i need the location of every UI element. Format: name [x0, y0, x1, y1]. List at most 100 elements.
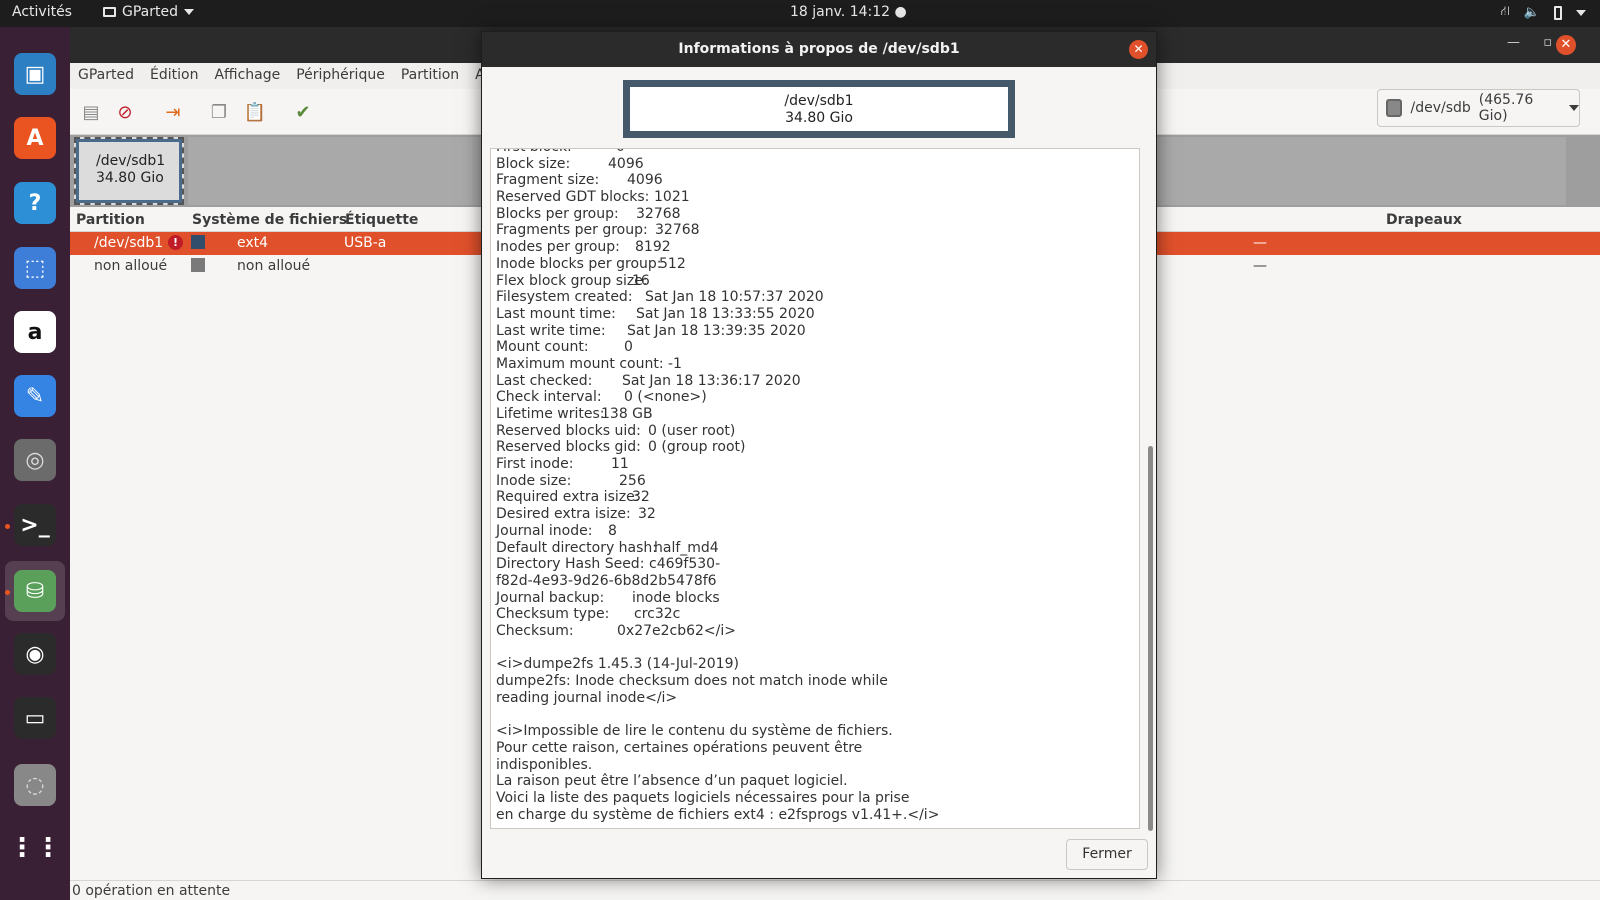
dock-remote-desktop[interactable]: ▭	[5, 688, 65, 748]
info-value: inode blocks	[632, 589, 720, 606]
col-partition[interactable]: Partition	[76, 212, 145, 228]
fs-color-swatch	[191, 235, 205, 249]
col-filesystem[interactable]: Système de fichiers	[192, 212, 347, 228]
info-row: Journal backup: inode blocks	[496, 590, 1126, 607]
info-key: First inode:	[496, 456, 574, 473]
running-indicator	[5, 524, 10, 529]
info-value: Sat Jan 18 10:57:37 2020	[645, 289, 824, 306]
info-row: Blocks per group: 32768	[496, 206, 1126, 223]
activities-button[interactable]: Activités	[12, 4, 72, 20]
info-row: Reserved blocks uid: 0 (user root)	[496, 423, 1126, 440]
info-row: Required extra isize: 32	[496, 489, 1126, 506]
maximize-icon[interactable]: ▫	[1543, 35, 1552, 50]
info-key: Inode size:	[496, 472, 572, 489]
info-value: 11	[611, 456, 629, 473]
info-value: 32	[632, 489, 650, 506]
dock-ubuntu-software[interactable]: A	[5, 108, 65, 168]
info-row: Inodes per group: 8192	[496, 239, 1126, 256]
dock-disks[interactable]: ◎	[5, 430, 65, 490]
system-tray[interactable]: ⛙ 🔈	[1501, 4, 1586, 21]
dock-optical-drive[interactable]: ◌	[5, 755, 65, 815]
new-partition-icon[interactable]: ▤	[78, 99, 104, 125]
battery-icon	[1554, 5, 1562, 20]
menu-partition[interactable]: Partition	[393, 63, 467, 89]
info-key: Journal inode:	[496, 522, 593, 539]
row-label: USB-a	[344, 235, 387, 251]
dock-amazon[interactable]: a	[5, 302, 65, 362]
info-value: 256	[619, 472, 646, 489]
app-menu[interactable]: GParted	[103, 4, 194, 20]
dock-libreoffice-impress[interactable]: ▣	[5, 44, 65, 104]
info-value: 138 GB	[601, 406, 653, 422]
device-selector[interactable]: /dev/sdb (465.76 Gio)	[1377, 89, 1580, 127]
volume-icon: 🔈	[1523, 5, 1540, 20]
info-row: Desired extra isize: 32	[496, 506, 1126, 523]
info-value: 1021	[654, 189, 690, 206]
info-key: Reserved blocks gid:	[496, 439, 641, 456]
paste-icon[interactable]: 📋	[242, 99, 268, 125]
error-message-line: Voici la liste des paquets logiciels néc…	[496, 789, 910, 806]
col-flags[interactable]: Drapeaux	[1386, 212, 1462, 228]
resize-move-icon[interactable]: ⇥	[160, 99, 186, 125]
info-value: 8	[608, 522, 617, 539]
error-message-line: <i>Impossible de lire le contenu du syst…	[496, 723, 893, 740]
info-row: Check interval: 0 (<none>)	[496, 389, 1126, 406]
hash-seed-continuation: f82d-4e93-9d26-6b8d2b5478f6	[496, 572, 717, 589]
close-icon[interactable]: ✕	[1556, 35, 1576, 55]
info-scroll-area[interactable]: First block:0Block size:4096Fragment siz…	[490, 148, 1140, 829]
info-row: Journal inode: 8	[496, 523, 1126, 540]
partition-header-size: 34.80 Gio	[785, 110, 853, 126]
info-value: 0 (user root)	[648, 422, 736, 439]
info-key: Inodes per group:	[496, 239, 620, 256]
info-value: c469f530-	[649, 556, 721, 573]
menu-edition[interactable]: Édition	[142, 63, 206, 89]
copy-icon[interactable]: ❐	[206, 99, 232, 125]
menu-gparted[interactable]: GParted	[70, 63, 142, 89]
scrollbar[interactable]	[1148, 446, 1153, 831]
dock-screenshot[interactable]: ⬚	[5, 238, 65, 298]
delete-icon[interactable]: ⊘	[112, 99, 138, 125]
info-value: half_md4	[654, 539, 719, 556]
col-label[interactable]: Étiquette	[345, 212, 418, 228]
info-key: Block size:	[496, 155, 571, 172]
dock-gparted[interactable]: ⛁	[5, 561, 65, 621]
device-size: (465.76 Gio)	[1478, 92, 1534, 124]
apply-icon[interactable]: ✔	[290, 99, 316, 125]
partition-header: /dev/sdb1 34.80 Gio	[623, 80, 1015, 138]
close-icon[interactable]: ✕	[1129, 40, 1148, 59]
info-row: Default directory hash: half_md4	[496, 540, 1126, 557]
dock-help[interactable]: ?	[5, 173, 65, 233]
dock: ▣ A? ⬚ a ✎ ◎ >_ ⛁ ◉ ▭ ◌ ⋮⋮	[0, 27, 70, 900]
info-row: Fragment size: 4096	[496, 172, 1126, 189]
clock[interactable]: 18 janv. 14:12 ●	[790, 4, 907, 20]
info-value: crc32c	[634, 606, 681, 623]
dock-cheese-camera[interactable]: ◉	[5, 624, 65, 684]
minimize-icon[interactable]: —	[1507, 35, 1520, 50]
partition-graph-sdb1[interactable]: /dev/sdb1 34.80 Gio	[74, 137, 184, 205]
info-value: 8192	[635, 239, 671, 256]
close-button[interactable]: Fermer	[1066, 839, 1148, 870]
info-value: 4096	[608, 155, 644, 172]
info-key: Blocks per group:	[496, 205, 619, 222]
info-row: Reserved blocks gid: 0 (group root)	[496, 439, 1126, 456]
info-value: Sat Jan 18 13:39:35 2020	[627, 322, 806, 339]
menu-peripherique[interactable]: Périphérique	[288, 63, 393, 89]
chevron-down-icon	[184, 9, 194, 15]
info-row: First inode: 11	[496, 456, 1126, 473]
dumpe2fs-message-line: reading journal inode</i>	[496, 689, 678, 706]
dock-terminal[interactable]: >_	[5, 495, 65, 555]
row-flags: —	[1253, 235, 1267, 251]
dock-text-editor[interactable]: ✎	[5, 366, 65, 426]
info-value: Sat Jan 18 13:36:17 2020	[622, 372, 801, 389]
info-key: First block:	[496, 149, 572, 156]
info-key: Check interval:	[496, 389, 602, 406]
info-value: 512	[659, 255, 686, 272]
info-key: Reserved GDT blocks:	[496, 189, 650, 206]
error-message-line: Pour cette raison, certaines opérations …	[496, 739, 863, 756]
info-row: Filesystem created: Sat Jan 18 10:57:37 2…	[496, 289, 1126, 306]
show-applications-icon: ⋮⋮	[9, 833, 61, 863]
menu-affichage[interactable]: Affichage	[206, 63, 288, 89]
info-row: Flex block group size: 16	[496, 273, 1126, 290]
dock-show-applications[interactable]: ⋮⋮	[5, 818, 65, 878]
